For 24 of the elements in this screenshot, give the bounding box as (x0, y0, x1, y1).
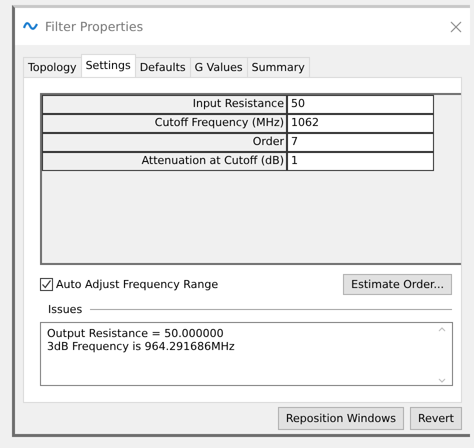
tab[interactable]: Summary (246, 57, 310, 77)
scroll-up-icon[interactable] (438, 327, 446, 332)
property-name: Order (42, 133, 288, 152)
scroll-down-icon[interactable] (438, 378, 446, 383)
checkbox-label[interactable]: Auto Adjust Frequency Range (56, 278, 218, 291)
issue-text: Output Resistance = 50.000000 (47, 327, 224, 340)
property-name: Cutoff Frequency (MHz) (42, 114, 288, 133)
checkbox[interactable] (40, 278, 53, 291)
issue-text: 3dB Frequency is 964.291686MHz (47, 340, 235, 353)
tab[interactable]: Settings (80, 54, 136, 77)
property-value[interactable]: 1062 (288, 114, 434, 133)
dialog-button[interactable]: Revert (410, 407, 462, 430)
property-value[interactable]: 7 (288, 133, 434, 152)
property-name: Input Resistance (42, 95, 288, 114)
group-title: Issues (48, 303, 82, 316)
property-name: Attenuation at Cutoff (dB) (42, 152, 288, 171)
property-value[interactable]: 1 (288, 152, 434, 171)
close-icon[interactable] (450, 20, 462, 32)
property-value[interactable]: 50 (288, 95, 434, 114)
tab[interactable]: Topology (23, 57, 82, 77)
window-title: Filter Properties (45, 19, 144, 34)
dialog-button[interactable]: Reposition Windows (278, 407, 404, 430)
estimate-order-button[interactable]: Estimate Order... (343, 274, 452, 295)
wave-icon (23, 22, 39, 31)
